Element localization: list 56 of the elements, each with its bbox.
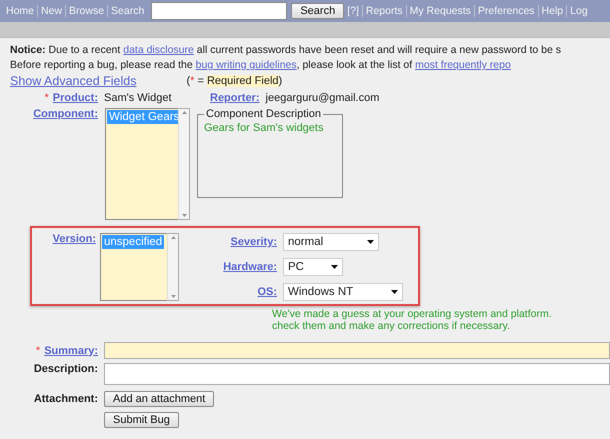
product-label[interactable]: Product: — [52, 92, 98, 104]
scroll-down-icon[interactable] — [182, 214, 186, 217]
reporter-label[interactable]: Reporter: — [210, 92, 260, 104]
component-label[interactable]: Component: — [33, 108, 98, 120]
dropdown[interactable]: normal — [283, 233, 379, 251]
description-field[interactable] — [104, 363, 610, 385]
description-label: Description: — [34, 363, 98, 375]
scroll-up-icon[interactable] — [182, 111, 186, 114]
scroll-down-icon[interactable] — [170, 295, 176, 298]
scroll-up-icon[interactable] — [170, 236, 176, 239]
scrollbar[interactable] — [167, 233, 179, 301]
nav-link[interactable]: Browse — [65, 5, 108, 17]
version-label[interactable]: Version: — [52, 233, 96, 301]
required-field-note: (* = Required Field) — [186, 75, 282, 87]
dropdown[interactable]: Windows NT — [283, 283, 403, 301]
required-asterisk-text: * — [36, 344, 40, 356]
component-description-title: Component Description — [205, 108, 322, 120]
field-label[interactable]: Hardware: — [223, 261, 277, 273]
nav-link[interactable]: [?] — [344, 5, 362, 17]
submit-bug-button[interactable]: Submit Bug — [104, 412, 179, 428]
reporter-value: jeegarguru@gmail.com — [266, 92, 380, 104]
data-disclosure-link[interactable]: data disclosure — [123, 44, 194, 56]
product-value: Sam's Widget — [104, 92, 173, 104]
dropdown[interactable]: PC — [283, 258, 343, 276]
attachment-label: Attachment: — [34, 393, 98, 405]
nav-link[interactable]: Search — [107, 5, 148, 17]
component-description: Gears for Sam's widgets — [204, 122, 324, 134]
nav-link[interactable]: Help — [538, 5, 566, 17]
add-attachment-button[interactable]: Add an attachment — [104, 391, 214, 407]
caret-icon — [367, 240, 374, 244]
field-label[interactable]: OS: — [257, 286, 277, 298]
required-asterisk-text: * — [44, 92, 49, 104]
notice-text: Notice: Due to a recent data disclosure all current passwords have been reset and will require a new password to be s — [10, 44, 562, 56]
version-listbox[interactable]: unspecified — [100, 233, 167, 301]
nav-link[interactable]: Preferences — [474, 5, 538, 17]
component-listbox[interactable]: Widget Gears — [105, 108, 178, 220]
nav-link[interactable]: Reports — [362, 5, 406, 17]
summary-label[interactable]: Summary: — [44, 344, 98, 356]
search-field[interactable] — [151, 2, 288, 20]
guess-note: check them and make any corrections if necessary. — [272, 320, 511, 332]
caret-icon — [331, 265, 338, 269]
list-option[interactable]: unspecified — [102, 235, 164, 249]
scrollbar[interactable] — [178, 108, 190, 220]
faq-link[interactable]: most frequently repo — [415, 59, 511, 71]
summary-field[interactable] — [104, 342, 610, 359]
guidelines-link[interactable]: bug writing guidelines — [196, 59, 297, 71]
nav-link[interactable]: Log — [566, 5, 591, 17]
guidelines-text: Before reporting a bug, please read the bug writing guidelines, please look at the list of most frequently repo — [10, 59, 512, 71]
nav-link[interactable]: My Requests — [406, 5, 474, 17]
nav-link[interactable]: New — [37, 5, 66, 17]
search-button[interactable]: Search — [291, 3, 344, 19]
guess-note: We've made a guess at your operating system and platform. — [272, 308, 553, 320]
field-label[interactable]: Severity: — [230, 236, 277, 248]
caret-icon — [391, 290, 398, 294]
show-advanced-link[interactable]: Show Advanced Fields — [10, 74, 136, 88]
nav-link[interactable]: Home — [3, 5, 38, 17]
